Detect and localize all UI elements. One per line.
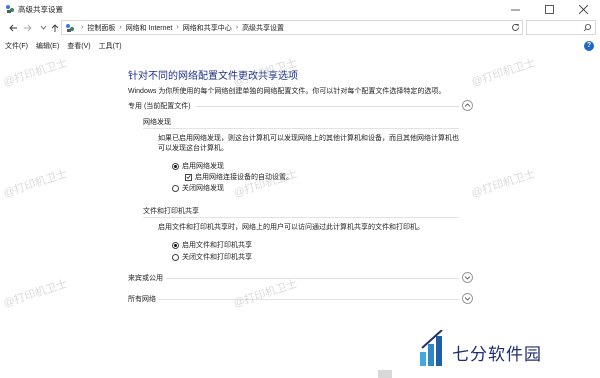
network-discovery-text-line1: 如果已启用网络发现，则这台计算机可以发现网络上的其他计算机和设备，而且其他网络计… — [158, 135, 459, 142]
breadcrumb-advanced-sharing[interactable]: 高级共享设置 — [242, 23, 284, 33]
window-title: 高级共享设置 — [18, 5, 63, 14]
close-icon — [578, 4, 588, 14]
all-networks-header[interactable]: 所有网络 — [128, 293, 473, 305]
page-description: Windows 为你所使用的每个网络创建单独的网络配置文件。你可以针对每个配置文… — [128, 88, 446, 95]
radio-unselected-icon[interactable] — [172, 184, 179, 192]
taskbar-icon — [378, 370, 392, 378]
guest-profile-header[interactable]: 来宾或公用 — [128, 272, 473, 284]
chevron-up-icon — [464, 103, 471, 107]
breadcrumb-network-internet[interactable]: 网络和 Internet — [126, 23, 173, 33]
breadcrumb-control-panel[interactable]: 控制面板 — [87, 23, 115, 33]
radio-disable-discovery-label: 关闭网络发现 — [182, 185, 224, 192]
checkbox-auto-setup-label: 启用网络连接设备的自动设置。 — [195, 174, 293, 181]
page-title: 针对不同的网络配置文件更改共享选项 — [128, 71, 298, 82]
radio-disable-sharing[interactable]: 关闭文件和打印机共享 — [172, 252, 252, 262]
guest-profile-label: 来宾或公用 — [128, 275, 163, 282]
menu-edit[interactable]: 编辑(E) — [36, 41, 59, 51]
up-button[interactable] — [48, 21, 61, 34]
radio-unselected-icon[interactable] — [172, 253, 179, 261]
checkbox-checked-icon[interactable] — [185, 173, 192, 181]
bar-chart-logo-icon — [420, 330, 443, 366]
expand-button[interactable] — [462, 272, 473, 283]
menu-file[interactable]: 文件(F) — [5, 41, 28, 51]
radio-enable-sharing[interactable]: 启用文件和打印机共享 — [172, 240, 252, 250]
refresh-icon — [511, 23, 519, 31]
checkbox-auto-setup[interactable]: 启用网络连接设备的自动设置。 — [185, 172, 293, 182]
network-discovery-text-line2: 可以发现这台计算机。 — [158, 145, 228, 152]
divider — [158, 299, 459, 300]
private-profile-header[interactable]: 专用 (当前配置文件) — [128, 100, 473, 112]
radio-enable-discovery-label: 启用网络发现 — [182, 163, 224, 170]
collapse-button[interactable] — [462, 100, 473, 111]
chevron-down-icon — [40, 25, 47, 30]
menu-tools[interactable]: 工具(T) — [99, 41, 122, 51]
breadcrumb-network-sharing-center[interactable]: 网络和共享中心 — [183, 23, 232, 33]
radio-enable-sharing-label: 启用文件和打印机共享 — [182, 242, 252, 249]
radio-enable-discovery[interactable]: 启用网络发现 — [172, 161, 224, 171]
back-button[interactable] — [6, 21, 19, 34]
divider — [196, 106, 459, 107]
divider — [166, 278, 459, 279]
address-bar[interactable]: › 控制面板 › 网络和 Internet › 网络和共享中心 › 高级共享设置 — [61, 20, 523, 35]
arrow-right-icon — [23, 24, 32, 31]
brand-logo: 七分软件园 — [400, 320, 600, 378]
radio-disable-discovery[interactable]: 关闭网络发现 — [172, 183, 224, 193]
file-printer-sharing-text: 启用文件和打印机共享时，网络上的用户可以访问通过此计算机共享的文件和打印机。 — [158, 224, 424, 231]
breadcrumb-separator: › — [119, 24, 122, 31]
all-networks-label: 所有网络 — [128, 296, 156, 303]
menu-bar: 文件(F) 编辑(E) 查看(V) 工具(T) — [0, 39, 600, 53]
chevron-down-icon — [464, 297, 471, 301]
address-row: › 控制面板 › 网络和 Internet › 网络和共享中心 › 高级共享设置 — [0, 18, 600, 38]
breadcrumb-separator: › — [81, 24, 84, 31]
minimize-button[interactable] — [498, 0, 532, 18]
title-bar: 高级共享设置 — [0, 0, 600, 18]
arrow-up-icon — [51, 23, 58, 32]
maximize-button[interactable] — [532, 0, 566, 18]
refresh-button[interactable] — [509, 21, 521, 33]
chevron-down-icon — [464, 276, 471, 280]
network-sharing-icon — [6, 5, 14, 13]
network-discovery-title: 网络发现 — [143, 119, 171, 126]
minimize-icon — [510, 9, 520, 10]
radio-selected-icon[interactable] — [172, 162, 179, 170]
network-sharing-icon — [66, 23, 74, 32]
help-icon[interactable]: ? — [584, 41, 594, 51]
breadcrumb-separator: › — [235, 24, 239, 31]
divider — [143, 217, 459, 218]
search-input[interactable] — [526, 20, 596, 35]
maximize-icon — [544, 4, 554, 14]
forward-button[interactable] — [21, 21, 34, 34]
arrow-left-icon — [8, 24, 17, 31]
menu-view[interactable]: 查看(V) — [67, 41, 90, 51]
breadcrumb-separator: › — [176, 24, 179, 31]
search-icon — [583, 24, 591, 32]
divider — [143, 128, 459, 129]
private-profile-label: 专用 (当前配置文件) — [128, 103, 191, 110]
radio-disable-sharing-label: 关闭文件和打印机共享 — [182, 254, 252, 261]
expand-button[interactable] — [462, 293, 473, 304]
brand-name: 七分软件园 — [452, 345, 542, 365]
file-printer-sharing-title: 文件和打印机共享 — [143, 208, 199, 215]
radio-selected-icon[interactable] — [172, 241, 179, 249]
close-button[interactable] — [566, 0, 600, 18]
